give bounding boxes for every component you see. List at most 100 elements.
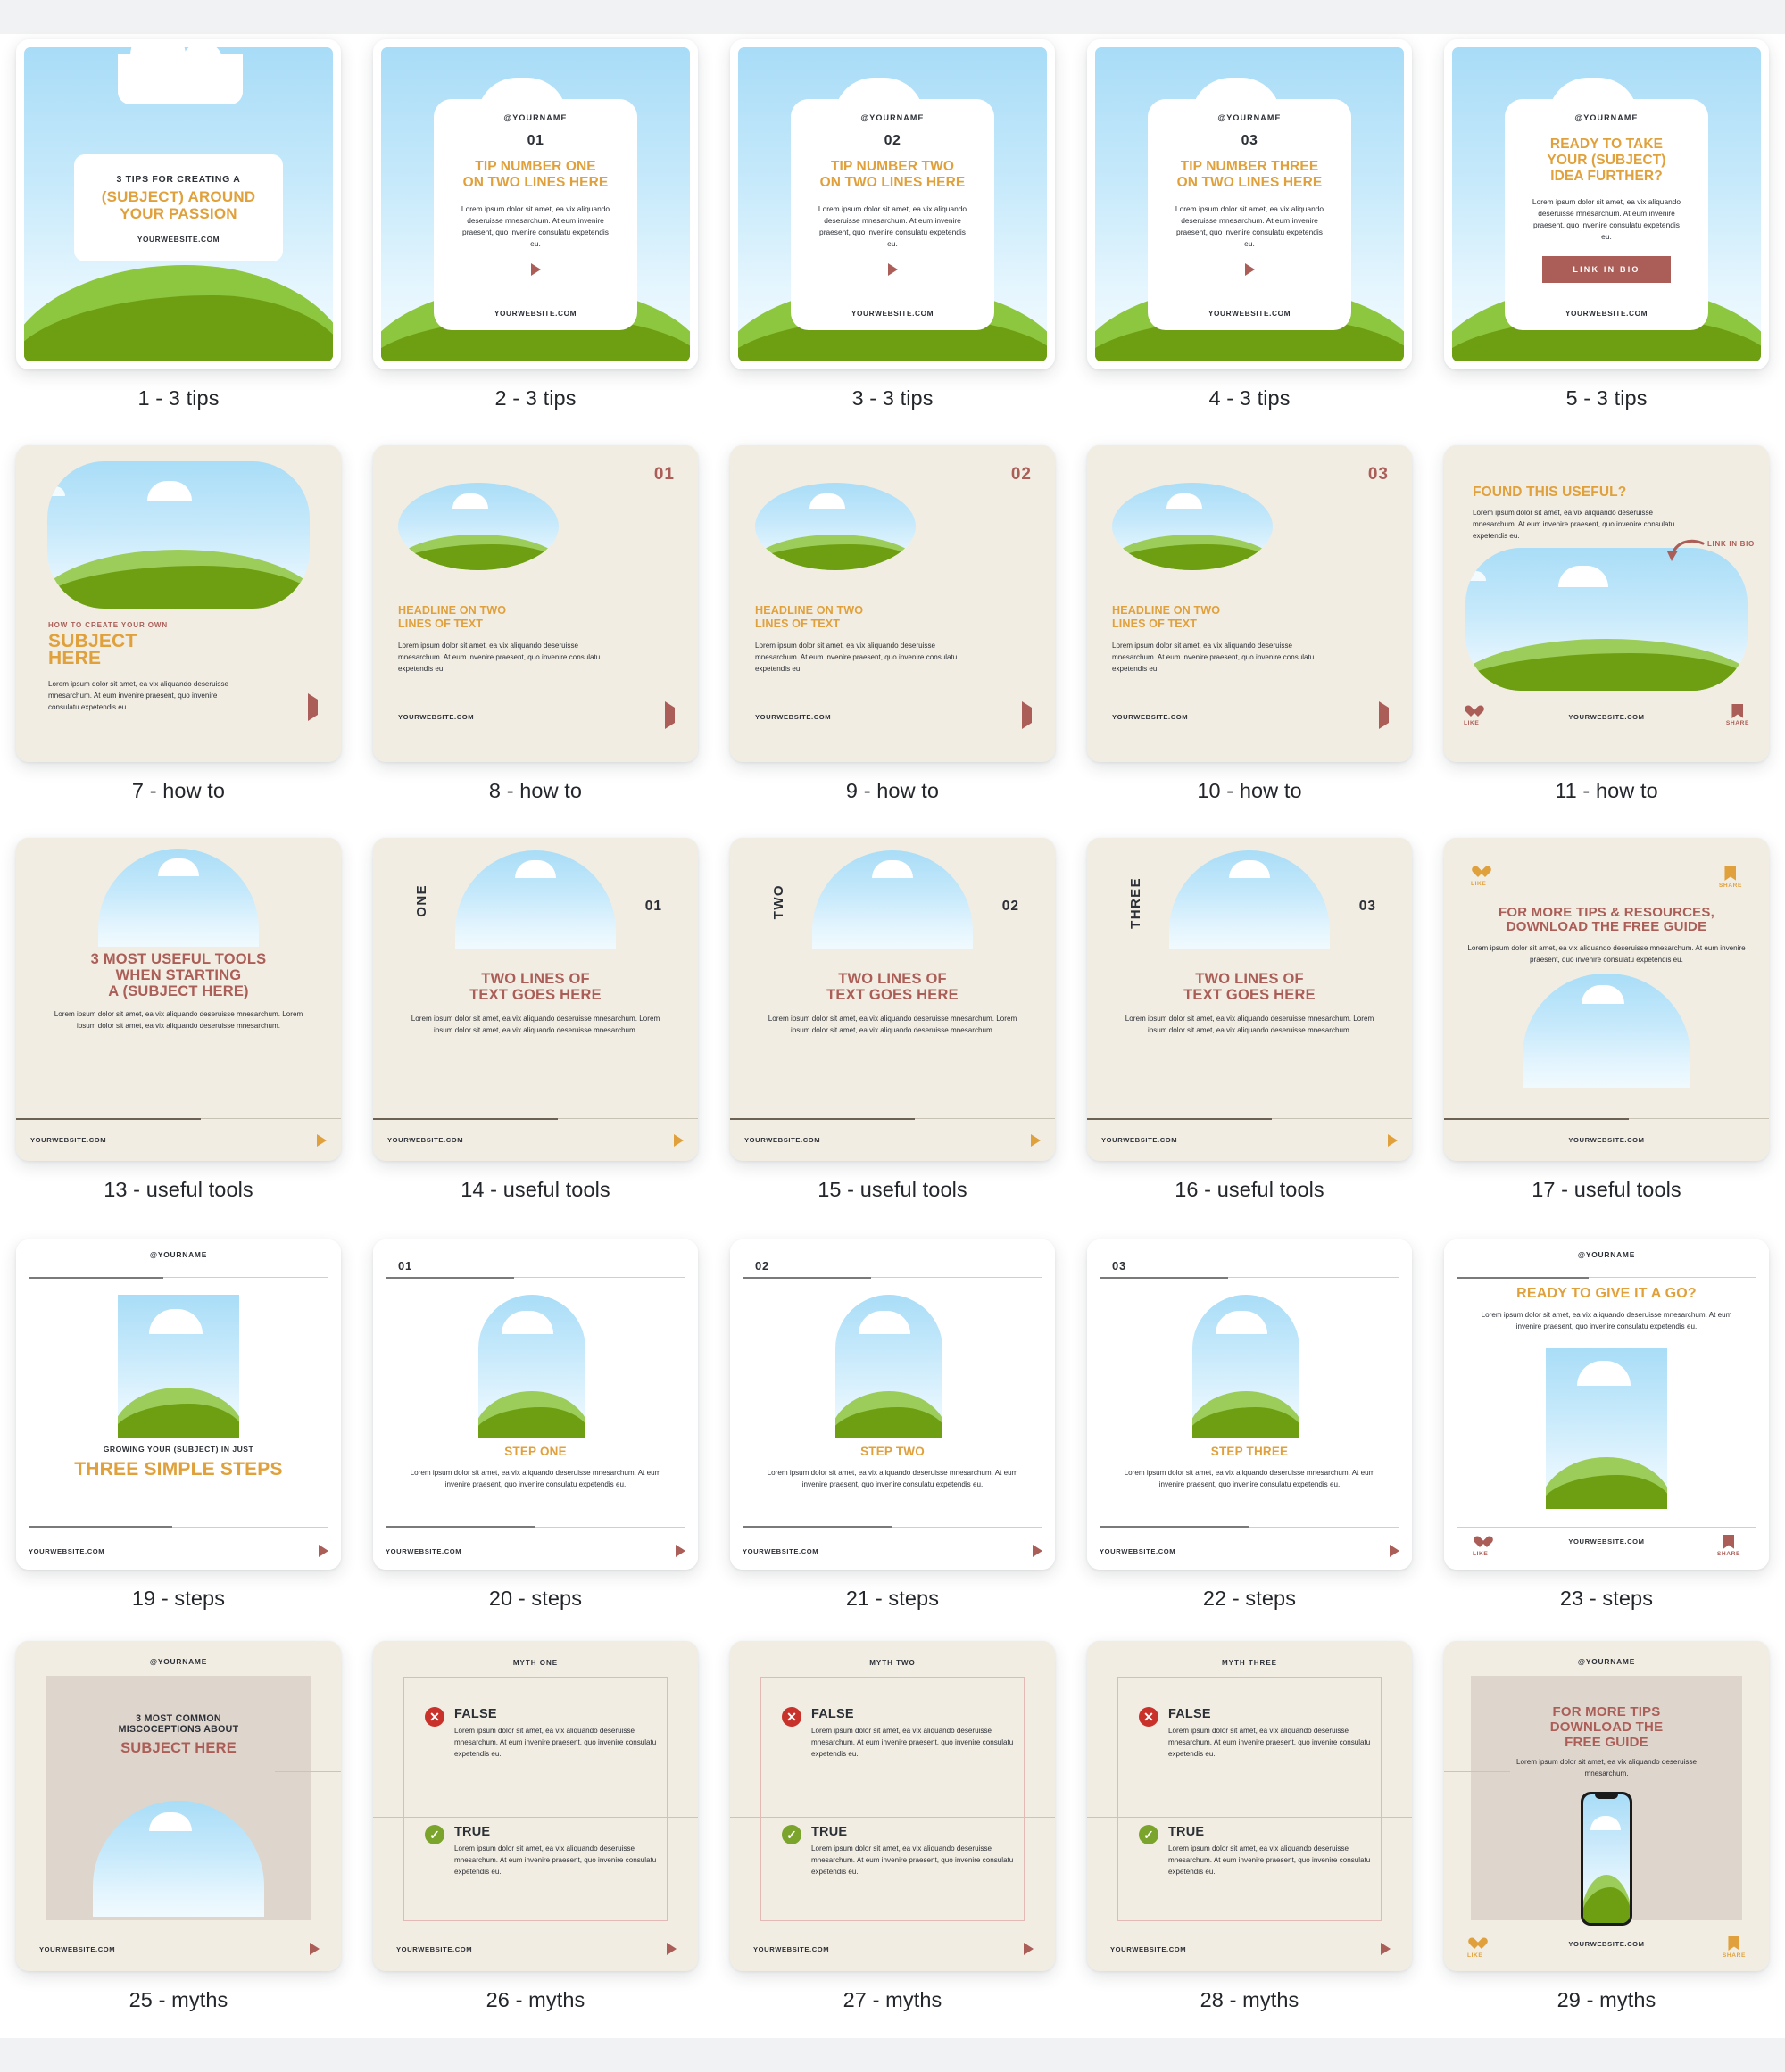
tip-panel: @YOURNAME 01 TIP NUMBER ONE ON TWO LINES… <box>434 99 637 330</box>
card-artboard: FOUND THIS USEFUL? Lorem ipsum dolor sit… <box>1444 445 1769 762</box>
like-button[interactable]: LIKE <box>1471 866 1486 887</box>
landscape-arch <box>1192 1295 1299 1438</box>
next-arrow-icon[interactable] <box>667 1943 677 1955</box>
next-arrow-icon[interactable] <box>1381 1943 1391 1955</box>
template-cell[interactable]: 01 STEP ONE Lorem ipsum dolor sit amet, … <box>357 1234 714 1636</box>
website-label: YOURWEBSITE.COM <box>1568 713 1645 721</box>
share-button[interactable]: SHARE <box>1726 704 1749 726</box>
next-arrow-icon[interactable] <box>676 1545 685 1557</box>
template-cell[interactable]: 03 STEP THREE Lorem ipsum dolor sit amet… <box>1071 1234 1428 1636</box>
next-arrow-icon[interactable] <box>1024 1943 1034 1955</box>
share-button[interactable]: SHARE <box>1719 866 1742 889</box>
website-label: YOURWEBSITE.COM <box>494 309 577 318</box>
template-card-29[interactable]: @YOURNAME FOR MORE TIPS DOWNLOAD THE FRE… <box>1444 1641 1769 1971</box>
next-arrow-icon[interactable] <box>674 1133 684 1147</box>
template-card-17[interactable]: LIKE SHARE FOR MORE TIPS & RESOURCES, DO… <box>1444 838 1769 1161</box>
template-cell[interactable]: ONE 01 TWO LINES OF TEXT GOES HERE Lorem… <box>357 833 714 1234</box>
template-card-13[interactable]: 3 MOST USEFUL TOOLS WHEN STARTING A (SUB… <box>16 838 341 1161</box>
card-footer: YOURWEBSITE.COM <box>373 1117 698 1161</box>
next-arrow-icon[interactable] <box>1033 1545 1042 1557</box>
template-card-25[interactable]: @YOURNAME 3 MOST COMMON MISCOCEPTIONS AB… <box>16 1641 341 1971</box>
template-card-8[interactable]: 01 HEADLINE ON TWO LINES OF TEXT Lorem i… <box>373 445 698 762</box>
next-arrow-icon[interactable] <box>1166 262 1333 276</box>
template-cell[interactable]: MYTH THREE ✕ FALSE Lorem ipsum dolor sit… <box>1071 1636 1428 2042</box>
template-cell[interactable]: 02 HEADLINE ON TWO LINES OF TEXT Lorem i… <box>714 440 1071 833</box>
template-card-1[interactable]: 3 TIPS FOR CREATING A (SUBJECT) AROUND Y… <box>16 39 341 369</box>
share-button[interactable]: SHARE <box>1717 1535 1740 1557</box>
template-cell[interactable]: 3 MOST USEFUL TOOLS WHEN STARTING A (SUB… <box>0 833 357 1234</box>
template-card-28[interactable]: MYTH THREE ✕ FALSE Lorem ipsum dolor sit… <box>1087 1641 1412 1971</box>
template-card-27[interactable]: MYTH TWO ✕ FALSE Lorem ipsum dolor sit a… <box>730 1641 1055 1971</box>
share-button[interactable]: SHARE <box>1723 1936 1746 1959</box>
check-circle-icon: ✓ <box>782 1825 801 1844</box>
template-card-23[interactable]: @YOURNAME READY TO GIVE IT A GO? Lorem i… <box>1444 1239 1769 1570</box>
true-body: Lorem ipsum dolor sit amet, ea vix aliqu… <box>454 1844 657 1876</box>
website-label: YOURWEBSITE.COM <box>29 1546 105 1555</box>
landscape-dome <box>93 1801 264 1917</box>
template-card-19[interactable]: @YOURNAME GROWING YOUR (SUBJECT) IN JUST… <box>16 1239 341 1570</box>
template-card-26[interactable]: MYTH ONE ✕ FALSE Lorem ipsum dolor sit a… <box>373 1641 698 1971</box>
template-cell[interactable]: @YOURNAME 02 TIP NUMBER TWO ON TWO LINES… <box>714 34 1071 440</box>
next-arrow-icon[interactable] <box>317 1133 327 1147</box>
template-cell[interactable]: @YOURNAME GROWING YOUR (SUBJECT) IN JUST… <box>0 1234 357 1636</box>
template-card-9[interactable]: 02 HEADLINE ON TWO LINES OF TEXT Lorem i… <box>730 445 1055 762</box>
template-cell[interactable]: 03 HEADLINE ON TWO LINES OF TEXT Lorem i… <box>1071 440 1428 833</box>
template-cell[interactable]: HOW TO CREATE YOUR OWN SUBJECT HERE Lore… <box>0 440 357 833</box>
false-row: ✕ FALSE Lorem ipsum dolor sit amet, ea v… <box>1139 1707 1373 1761</box>
template-card-3[interactable]: @YOURNAME 02 TIP NUMBER TWO ON TWO LINES… <box>730 39 1055 369</box>
template-cell[interactable]: TWO 02 TWO LINES OF TEXT GOES HERE Lorem… <box>714 833 1071 1234</box>
myth-header: MYTH THREE <box>1222 1659 1277 1667</box>
card-title-line2: ON TWO LINES HERE <box>819 174 966 190</box>
next-arrow-icon[interactable] <box>319 1545 328 1557</box>
template-cell[interactable]: LIKE SHARE FOR MORE TIPS & RESOURCES, DO… <box>1428 833 1785 1234</box>
next-arrow-icon[interactable] <box>809 262 976 276</box>
template-cell[interactable]: @YOURNAME 03 TIP NUMBER THREE ON TWO LIN… <box>1071 34 1428 440</box>
template-card-10[interactable]: 03 HEADLINE ON TWO LINES OF TEXT Lorem i… <box>1087 445 1412 762</box>
template-cell[interactable]: MYTH TWO ✕ FALSE Lorem ipsum dolor sit a… <box>714 1636 1071 2042</box>
template-cell[interactable]: @YOURNAME FOR MORE TIPS DOWNLOAD THE FRE… <box>1428 1636 1785 2042</box>
next-arrow-icon[interactable] <box>1031 1133 1041 1147</box>
next-arrow-icon[interactable] <box>1379 701 1389 729</box>
template-cell[interactable]: @YOURNAME READY TO TAKE YOUR (SUBJECT) I… <box>1428 34 1785 440</box>
template-card-7[interactable]: HOW TO CREATE YOUR OWN SUBJECT HERE Lore… <box>16 445 341 762</box>
card-caption: 23 - steps <box>1559 1587 1654 1610</box>
template-card-5[interactable]: @YOURNAME READY TO TAKE YOUR (SUBJECT) I… <box>1444 39 1769 369</box>
template-cell[interactable]: 3 TIPS FOR CREATING A (SUBJECT) AROUND Y… <box>0 34 357 440</box>
phone-mockup <box>1471 1792 1742 1926</box>
template-cell[interactable]: THREE 03 TWO LINES OF TEXT GOES HERE Lor… <box>1071 833 1428 1234</box>
template-card-15[interactable]: TWO 02 TWO LINES OF TEXT GOES HERE Lorem… <box>730 838 1055 1161</box>
template-card-11[interactable]: FOUND THIS USEFUL? Lorem ipsum dolor sit… <box>1444 445 1769 762</box>
template-cell[interactable]: 02 STEP TWO Lorem ipsum dolor sit amet, … <box>714 1234 1071 1636</box>
template-cell[interactable]: FOUND THIS USEFUL? Lorem ipsum dolor sit… <box>1428 440 1785 833</box>
template-cell[interactable]: 01 HEADLINE ON TWO LINES OF TEXT Lorem i… <box>357 440 714 833</box>
bottom-divider <box>1100 1526 1399 1529</box>
next-arrow-icon[interactable] <box>1388 1133 1398 1147</box>
share-label: SHARE <box>1722 1952 1746 1959</box>
tip-panel: @YOURNAME 03 TIP NUMBER THREE ON TWO LIN… <box>1148 99 1351 330</box>
template-cell[interactable]: @YOURNAME READY TO GIVE IT A GO? Lorem i… <box>1428 1234 1785 1636</box>
next-arrow-icon[interactable] <box>452 262 619 276</box>
template-card-2[interactable]: @YOURNAME 01 TIP NUMBER ONE ON TWO LINES… <box>373 39 698 369</box>
template-card-4[interactable]: @YOURNAME 03 TIP NUMBER THREE ON TWO LIN… <box>1087 39 1412 369</box>
text-block: HEADLINE ON TWO LINES OF TEXT Lorem ipsu… <box>1112 604 1389 675</box>
template-cell[interactable]: MYTH ONE ✕ FALSE Lorem ipsum dolor sit a… <box>357 1636 714 2042</box>
template-card-14[interactable]: ONE 01 TWO LINES OF TEXT GOES HERE Lorem… <box>373 838 698 1161</box>
template-card-22[interactable]: 03 STEP THREE Lorem ipsum dolor sit amet… <box>1087 1239 1412 1570</box>
template-card-20[interactable]: 01 STEP ONE Lorem ipsum dolor sit amet, … <box>373 1239 698 1570</box>
template-card-21[interactable]: 02 STEP TWO Lorem ipsum dolor sit amet, … <box>730 1239 1055 1570</box>
next-arrow-icon[interactable] <box>1022 701 1032 729</box>
step-number: 02 <box>1001 899 1019 914</box>
template-cell[interactable]: @YOURNAME 3 MOST COMMON MISCOCEPTIONS AB… <box>0 1636 357 2042</box>
template-card-16[interactable]: THREE 03 TWO LINES OF TEXT GOES HERE Lor… <box>1087 838 1412 1161</box>
website-label: YOURWEBSITE.COM <box>1101 1136 1178 1144</box>
next-arrow-icon[interactable] <box>1390 1545 1399 1557</box>
ordinal-word: ONE <box>414 884 429 917</box>
next-arrow-icon[interactable] <box>665 701 675 729</box>
x-circle-icon: ✕ <box>425 1707 444 1727</box>
template-cell[interactable]: @YOURNAME 01 TIP NUMBER ONE ON TWO LINES… <box>357 34 714 440</box>
link-in-bio-button[interactable]: LINK IN BIO <box>1542 255 1671 283</box>
card-artboard: 3 MOST USEFUL TOOLS WHEN STARTING A (SUB… <box>16 838 341 1161</box>
next-arrow-icon[interactable] <box>308 693 318 721</box>
card-caption: 22 - steps <box>1202 1587 1297 1610</box>
next-arrow-icon[interactable] <box>310 1943 320 1955</box>
